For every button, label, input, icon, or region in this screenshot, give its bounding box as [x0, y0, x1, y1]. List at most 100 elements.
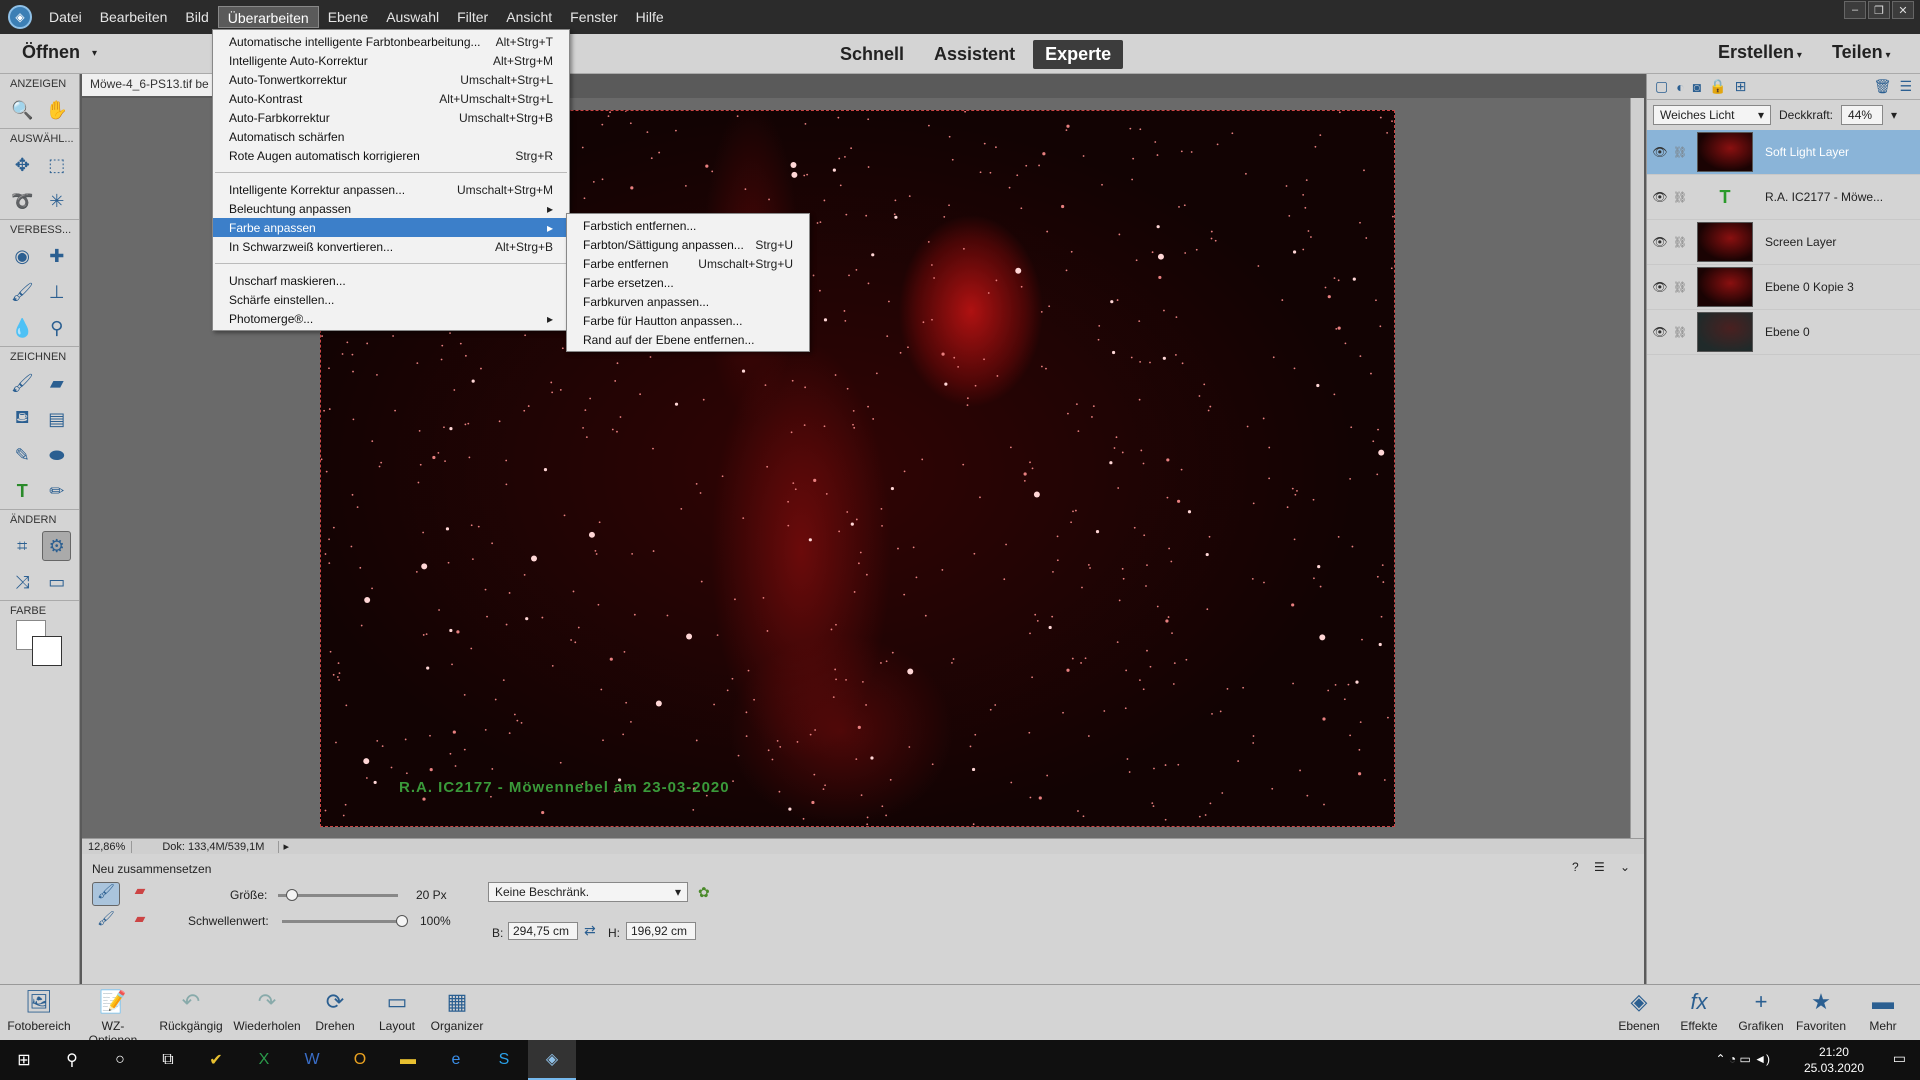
menu-fenster[interactable]: Fenster [561, 6, 626, 28]
submenu-item[interactable]: Rand auf der Ebene entfernen... [567, 330, 809, 349]
brush-tool-icon[interactable]: 🖌 [8, 368, 37, 398]
blur-tool-icon[interactable]: 💧 [8, 313, 37, 343]
file-explorer-icon[interactable]: ▬ [384, 1040, 432, 1080]
adjustment-layer-icon[interactable]: ◐ [1676, 79, 1684, 95]
new-layer-icon[interactable]: ▢ [1655, 78, 1668, 95]
menu-bearbeiten[interactable]: Bearbeiten [91, 6, 177, 28]
menu-item[interactable]: Auto-Kontrast Alt+Umschalt+Strg+L [213, 89, 569, 108]
menu-item[interactable]: Beleuchtung anpassen ▸ [213, 199, 569, 218]
play-icon[interactable]: ▸ [279, 840, 293, 853]
swap-icon[interactable]: ⇄ [584, 922, 596, 939]
menu-auswahl[interactable]: Auswahl [377, 6, 448, 28]
more-button[interactable]: ▬ Mehr [1848, 989, 1918, 1033]
content-aware-move-icon[interactable]: ⤨ [8, 567, 37, 597]
restore-icon[interactable]: ❐ [1868, 1, 1890, 19]
search-icon[interactable]: ⚲ [48, 1040, 96, 1080]
hand-tool-icon[interactable]: ✋ [43, 95, 72, 125]
windows-start-icon[interactable]: ⊞ [0, 1040, 48, 1080]
smart-brush-icon[interactable]: 🖌 [8, 277, 37, 307]
straighten-tool-icon[interactable]: ▭ [43, 567, 72, 597]
tab-experte[interactable]: Experte [1033, 40, 1124, 69]
clock[interactable]: 21:20 25.03.2020 [1804, 1044, 1864, 1076]
open-button[interactable]: Öffnen [22, 42, 80, 63]
ellipse-tool-icon[interactable]: ⬬ [43, 440, 72, 470]
undo-button[interactable]: ↶ Rückgängig [156, 989, 226, 1033]
submenu-item[interactable]: Farbe ersetzen... [567, 273, 809, 292]
height-input[interactable]: 196,92 cm [626, 922, 696, 940]
eye-icon[interactable]: 👁 [1647, 235, 1673, 249]
background-color[interactable] [32, 636, 62, 666]
organizer-button[interactable]: ▦ Organizer [422, 989, 492, 1033]
eye-icon[interactable]: 👁 [1647, 145, 1673, 159]
menu-ueberarbeiten[interactable]: Überarbeiten [217, 6, 319, 28]
protect-eraser-icon[interactable]: ▰ [126, 882, 154, 906]
eye-icon[interactable]: 👁 [1647, 280, 1673, 294]
threshold-slider-knob[interactable] [396, 915, 408, 927]
app-logo[interactable]: ◈ [0, 0, 40, 34]
eyedropper-icon[interactable]: ✎ [8, 440, 37, 470]
opacity-input[interactable]: 44% [1841, 105, 1884, 125]
layer-row[interactable]: 👁 ⛓ Ebene 0 Kopie 3 [1647, 265, 1920, 310]
layer-row[interactable]: 👁 ⛓ Soft Light Layer [1647, 130, 1920, 175]
task-view-icon[interactable]: ⧉ [144, 1040, 192, 1080]
notifications-icon[interactable]: ▭ [1893, 1050, 1906, 1067]
size-slider[interactable] [278, 889, 398, 901]
submenu-item[interactable]: Farbstich entfernen... [567, 216, 809, 235]
red-eye-tool-icon[interactable]: ◉ [8, 241, 37, 271]
width-input[interactable]: 294,75 cm [508, 922, 578, 940]
menu-item[interactable]: Intelligente Auto-Korrektur Alt+Strg+M [213, 51, 569, 70]
text-tool-icon[interactable]: T [8, 476, 37, 506]
gradient-tool-icon[interactable]: ▤ [43, 404, 72, 434]
favorites-button[interactable]: ★ Favoriten [1786, 989, 1856, 1033]
link-icon[interactable]: ⛓ [1673, 191, 1687, 204]
menu-item[interactable]: Automatisch schärfen [213, 127, 569, 146]
pencil-tool-icon[interactable]: ✏ [43, 476, 72, 506]
lock-icon[interactable]: 🔒 [1709, 78, 1726, 95]
remove-brush-icon[interactable]: 🖌 [92, 910, 120, 934]
mask-icon[interactable]: ◙ [1693, 79, 1701, 95]
menu-item[interactable]: Auto-Farbkorrektur Umschalt+Strg+B [213, 108, 569, 127]
excel-icon[interactable]: X [240, 1040, 288, 1080]
lock-all-icon[interactable]: ⊞ [1735, 78, 1747, 95]
vertical-scrollbar[interactable] [1630, 98, 1644, 838]
blend-mode-select[interactable]: Weiches Licht ▾ [1653, 105, 1771, 125]
zoom-tool-icon[interactable]: 🔍 [8, 95, 37, 125]
cortana-icon[interactable]: ○ [96, 1040, 144, 1080]
share-button[interactable]: Teilen ▾ [1832, 42, 1891, 63]
paint-bucket-icon[interactable]: ⛾ [8, 404, 37, 434]
close-icon[interactable]: ✕ [1892, 1, 1914, 19]
tab-assistent[interactable]: Assistent [922, 40, 1027, 69]
panel-menu-icon[interactable]: ☰ [1899, 78, 1912, 95]
menu-hilfe[interactable]: Hilfe [627, 6, 673, 28]
sponge-tool-icon[interactable]: ⚲ [43, 313, 72, 343]
eye-icon[interactable]: 👁 [1647, 190, 1673, 204]
menu-item[interactable]: Photomerge®... ▸ [213, 309, 569, 328]
menu-ansicht[interactable]: Ansicht [497, 6, 561, 28]
minimize-icon[interactable]: – [1844, 1, 1866, 19]
size-slider-knob[interactable] [286, 889, 299, 901]
create-button[interactable]: Erstellen ▾ [1718, 42, 1802, 63]
color-swatch[interactable] [16, 620, 64, 668]
marquee-tool-icon[interactable]: ⬚ [43, 150, 72, 180]
skype-icon[interactable]: S [480, 1040, 528, 1080]
submenu-item[interactable]: Farbton/Sättigung anpassen... Strg+U [567, 235, 809, 254]
chevron-down-icon[interactable]: ▾ [92, 48, 97, 59]
eraser-tool-icon[interactable]: ▰ [43, 368, 72, 398]
outlook-icon[interactable]: O [336, 1040, 384, 1080]
clone-stamp-icon[interactable]: ⊥ [43, 277, 72, 307]
rotate-button[interactable]: ⟳ Drehen [300, 989, 370, 1033]
word-icon[interactable]: W [288, 1040, 336, 1080]
menu-ebene[interactable]: Ebene [319, 6, 377, 28]
menu-item[interactable]: Unscharf maskieren... [213, 271, 569, 290]
menu-filter[interactable]: Filter [448, 6, 497, 28]
tab-schnell[interactable]: Schnell [828, 40, 916, 69]
fotobereich-button[interactable]: 🖼 Fotobereich [4, 989, 74, 1033]
redo-button[interactable]: ↷ Wiederholen [232, 989, 302, 1033]
layer-row[interactable]: 👁 ⛓ Ebene 0 [1647, 310, 1920, 355]
menu-item[interactable]: In Schwarzweiß konvertieren... Alt+Strg+B [213, 237, 569, 256]
chevron-down-icon[interactable]: ▾ [1891, 108, 1897, 122]
magic-wand-icon[interactable]: ✳ [43, 186, 72, 216]
system-tray-icons[interactable]: ⌃ ◔ ▭ ◄) [1715, 1052, 1770, 1066]
norton-icon[interactable]: ✔ [192, 1040, 240, 1080]
move-tool-icon[interactable]: ✥ [8, 150, 37, 180]
